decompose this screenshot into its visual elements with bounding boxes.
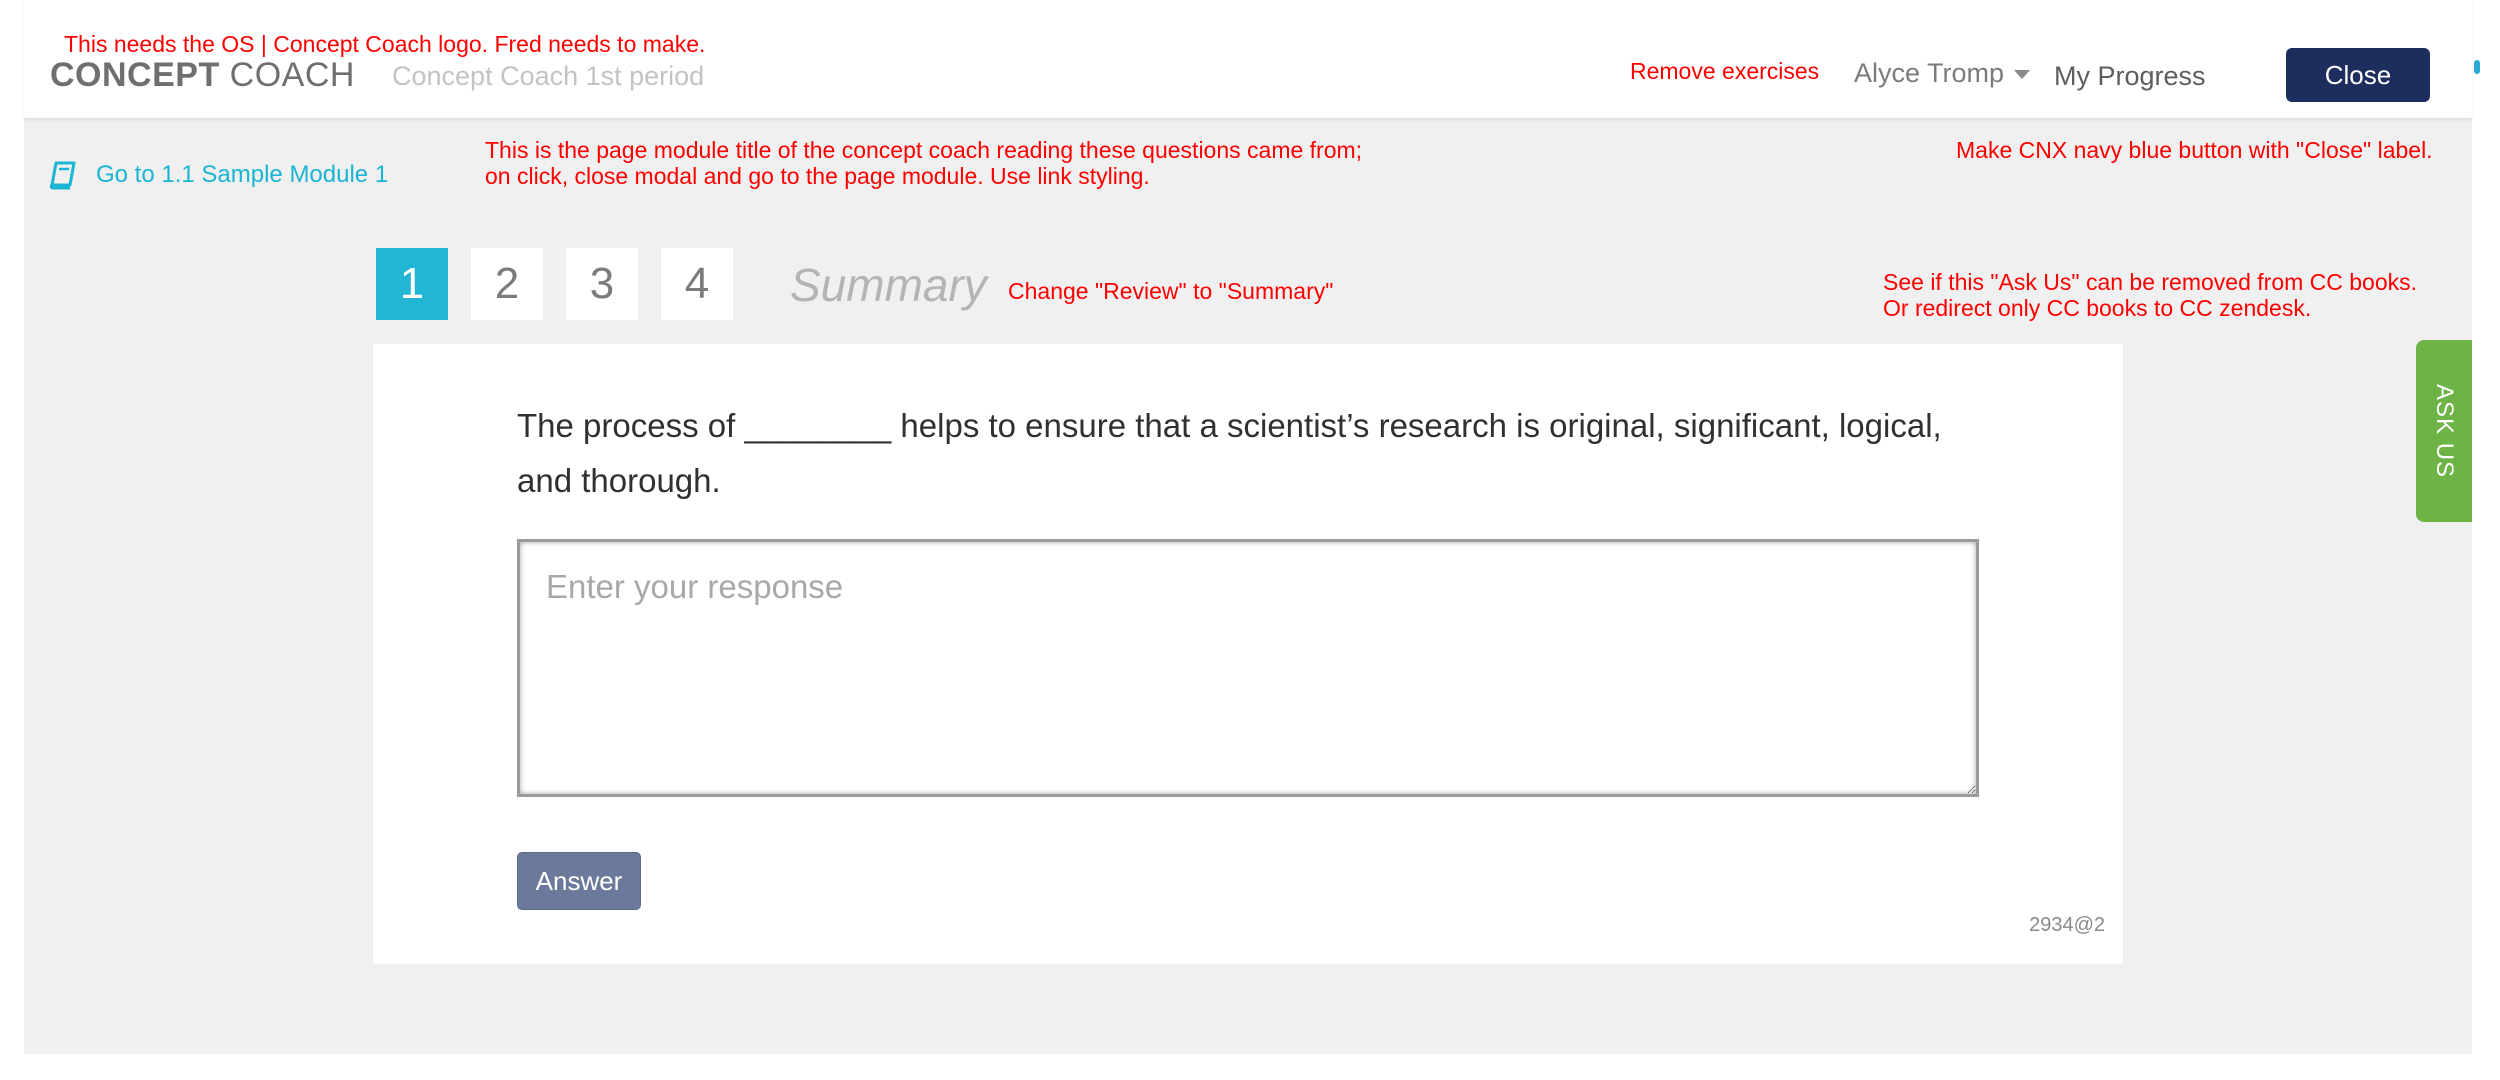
question-card: The process of ________ helps to ensure … bbox=[373, 344, 2123, 964]
logo-bold-text: CONCEPT bbox=[50, 56, 220, 94]
annotation-askus-note-1: See if this "Ask Us" can be removed from… bbox=[1883, 269, 2418, 295]
step-navigation: 1 2 3 4 bbox=[376, 248, 756, 320]
annotation-close-note: Make CNX navy blue button with "Close" l… bbox=[1956, 137, 2433, 163]
ask-us-tab[interactable]: ASK US bbox=[2416, 340, 2472, 522]
annotation-title-note-2: on click, close modal and go to the page… bbox=[485, 163, 1150, 189]
ask-us-label: ASK US bbox=[2431, 383, 2458, 479]
caret-down-icon bbox=[2014, 70, 2031, 80]
question-stem: The process of ________ helps to ensure … bbox=[517, 407, 1942, 499]
remove-exercises-link[interactable]: Remove exercises bbox=[1630, 58, 1819, 85]
response-input[interactable] bbox=[517, 539, 1979, 797]
step-2[interactable]: 2 bbox=[471, 248, 543, 320]
step-1[interactable]: 1 bbox=[376, 248, 448, 320]
concept-coach-logo: CONCEPT COACH bbox=[50, 56, 355, 95]
user-menu[interactable]: Alyce Tromp bbox=[1854, 58, 2031, 89]
logo-light-text: COACH bbox=[219, 56, 355, 94]
course-period: Concept Coach 1st period bbox=[392, 61, 705, 91]
answer-button[interactable]: Answer bbox=[517, 852, 641, 910]
module-back-link-label: Go to 1.1 Sample Module 1 bbox=[96, 161, 389, 188]
my-progress-link[interactable]: My Progress bbox=[2054, 61, 2206, 92]
annotation-summary-note: Change "Review" to "Summary" bbox=[1008, 278, 1334, 304]
book-icon bbox=[49, 161, 76, 190]
exercise-uid: 2934@2 bbox=[2029, 914, 2105, 936]
top-navbar bbox=[24, 0, 2472, 118]
annotation-askus-note-2: Or redirect only CC books to CC zendesk. bbox=[1883, 295, 2312, 321]
annotation-logo-note: This needs the OS | Concept Coach logo. … bbox=[64, 31, 706, 57]
summary-tab[interactable]: Summary bbox=[790, 258, 987, 312]
annotation-title-note-1: This is the page module title of the con… bbox=[485, 137, 1363, 163]
step-4[interactable]: 4 bbox=[661, 248, 733, 320]
user-name: Alyce Tromp bbox=[1854, 58, 2005, 88]
module-back-link[interactable]: Go to 1.1 Sample Module 1 bbox=[48, 160, 388, 190]
close-button[interactable]: Close bbox=[2286, 48, 2430, 102]
edge-indicator bbox=[2474, 60, 2480, 74]
step-3[interactable]: 3 bbox=[566, 248, 638, 320]
